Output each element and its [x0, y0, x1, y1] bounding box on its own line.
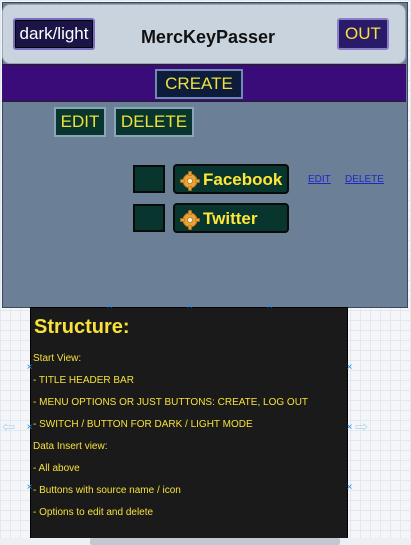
resize-handle[interactable]: × [106, 302, 113, 312]
edit-link-facebook[interactable]: EDIT [308, 174, 331, 185]
source-button-twitter[interactable]: Twitter [173, 203, 289, 233]
delete-link-facebook[interactable]: DELETE [345, 174, 384, 185]
source-name: Twitter [203, 209, 258, 228]
gear-icon [180, 210, 200, 230]
source-button-facebook[interactable]: Facebook [173, 164, 289, 194]
resize-handle[interactable]: × [346, 423, 353, 433]
structure-title: Structure: [34, 316, 130, 338]
connector-arrow-left-icon[interactable]: ⇦ [2, 417, 15, 437]
menu-bar: CREATE [2, 64, 406, 102]
connector-arrow-right-icon[interactable]: ⇨ [355, 417, 368, 437]
gear-icon [180, 171, 200, 191]
structure-line: - All above [33, 463, 80, 474]
select-checkbox-twitter[interactable] [133, 204, 165, 232]
create-button[interactable]: CREATE [155, 69, 243, 99]
title-header-bar: dark/light MercKeyPasser OUT [2, 4, 406, 64]
structure-line: - MENU OPTIONS OR JUST BUTTONS: CREATE, … [33, 397, 309, 408]
resize-handle[interactable]: × [346, 363, 353, 373]
structure-note[interactable]: Structure: Start View: - TITLE HEADER BA… [30, 307, 348, 541]
structure-line: Start View: [33, 353, 82, 364]
resize-handle[interactable]: × [186, 302, 193, 312]
resize-handle[interactable]: × [26, 483, 33, 493]
logout-button[interactable]: OUT [337, 18, 389, 50]
resize-handle[interactable]: × [26, 363, 33, 373]
select-checkbox-facebook[interactable] [133, 165, 165, 193]
structure-line: - TITLE HEADER BAR [33, 375, 134, 386]
app-title: MercKeyPasser [140, 27, 276, 47]
resize-handle[interactable]: × [266, 302, 273, 312]
dark-light-toggle-button[interactable]: dark/light [13, 18, 95, 50]
structure-line: Data Insert view: [33, 441, 108, 452]
resize-handle[interactable]: × [346, 483, 353, 493]
structure-line: - Buttons with source name / icon [33, 485, 181, 496]
structure-line: - SWITCH / BUTTON FOR DARK / LIGHT MODE [33, 419, 253, 430]
delete-button[interactable]: DELETE [114, 107, 194, 137]
resize-handle[interactable]: × [26, 423, 33, 433]
scrollbar-thumb[interactable] [90, 538, 340, 545]
source-name: Facebook [203, 170, 283, 189]
structure-line: - Options to edit and delete [33, 507, 154, 518]
edit-button[interactable]: EDIT [54, 107, 106, 137]
